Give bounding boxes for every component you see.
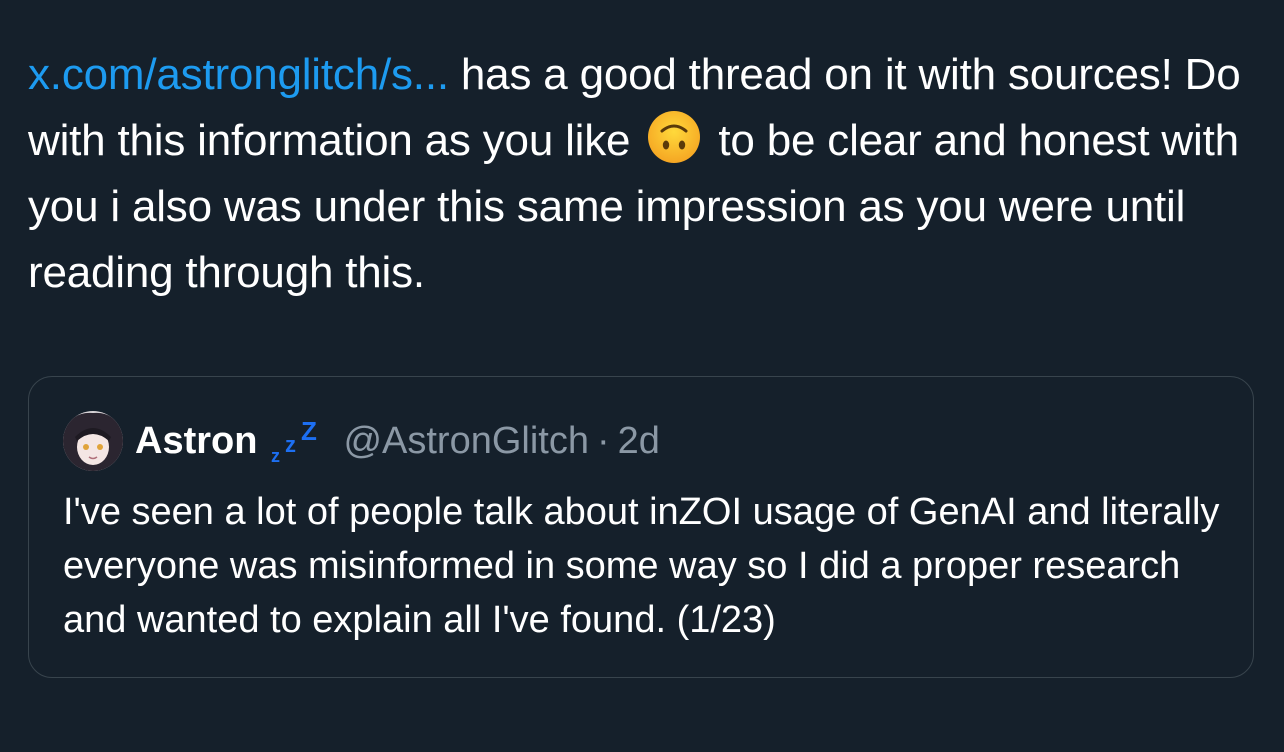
display-name[interactable]: Astron xyxy=(135,420,257,463)
avatar-image xyxy=(63,411,123,471)
quoted-tweet-text: I've seen a lot of people talk about inZ… xyxy=(63,491,1220,641)
tweet-text: x.com/astronglitch/s... has a good threa… xyxy=(28,42,1258,306)
timestamp[interactable]: 2d xyxy=(618,420,660,463)
thread-link[interactable]: x.com/astronglitch/s... xyxy=(28,50,449,99)
zzz-sleep-icon: z z Z xyxy=(271,418,317,464)
handle[interactable]: @AstronGlitch xyxy=(343,420,589,463)
svg-text:z: z xyxy=(271,446,280,464)
quoted-tweet-header: Astron z z Z @AstronGlitch · 2d xyxy=(63,409,660,473)
avatar[interactable] xyxy=(63,411,123,471)
svg-text:Z: Z xyxy=(301,418,317,446)
quoted-tweet-card[interactable]: Astron z z Z @AstronGlitch · 2d I've see… xyxy=(28,376,1254,678)
upside-down-face-emoji-icon xyxy=(648,111,701,163)
separator-dot: · xyxy=(597,419,610,462)
svg-text:z: z xyxy=(285,432,296,457)
